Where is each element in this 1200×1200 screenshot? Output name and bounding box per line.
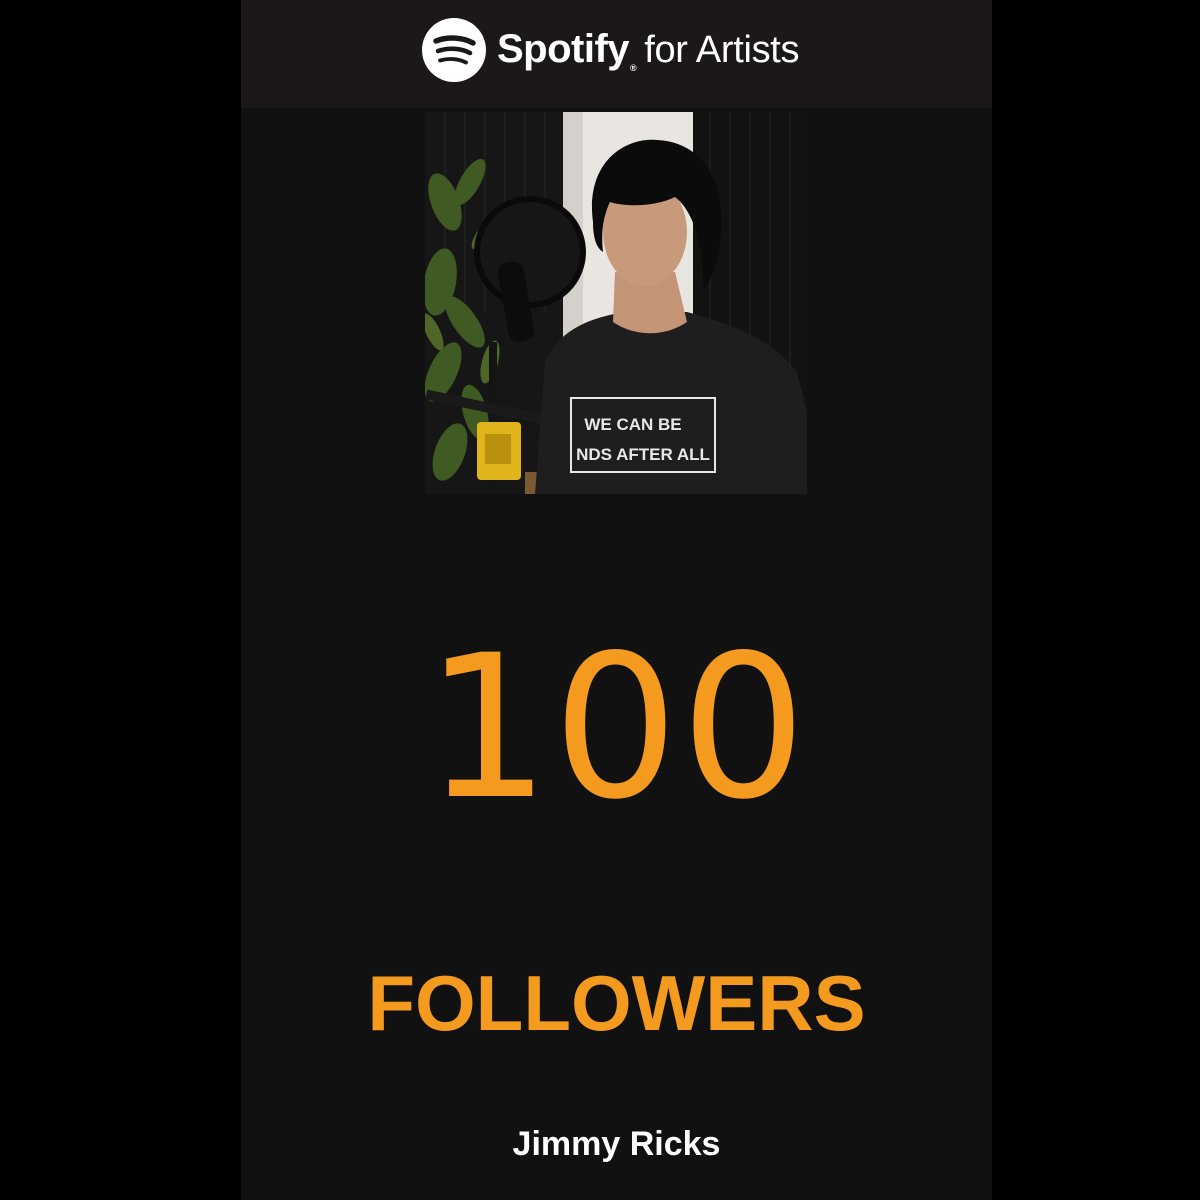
artist-name: Jimmy Ricks [512, 1125, 721, 1163]
milestone-card: Spotify® for Artists WE CAN BE NDS AFTER… [241, 0, 992, 1200]
artist-photo: WE CAN BE NDS AFTER ALL [425, 112, 807, 494]
shirt-text-line1: WE CAN BE [584, 415, 681, 434]
follower-count: 100 [424, 612, 809, 843]
milestone-label: FOLLOWERS [367, 959, 866, 1047]
spotify-logo-icon [422, 18, 486, 82]
spotify-for-artists-logo: Spotify® for Artists [422, 18, 800, 82]
registered-mark: ® [630, 63, 637, 73]
brand-name: Spotify® [497, 27, 637, 73]
shirt-text-line2: NDS AFTER ALL [576, 445, 710, 464]
header-bar: Spotify® for Artists [241, 0, 992, 108]
brand-suffix: for Artists [644, 28, 800, 71]
